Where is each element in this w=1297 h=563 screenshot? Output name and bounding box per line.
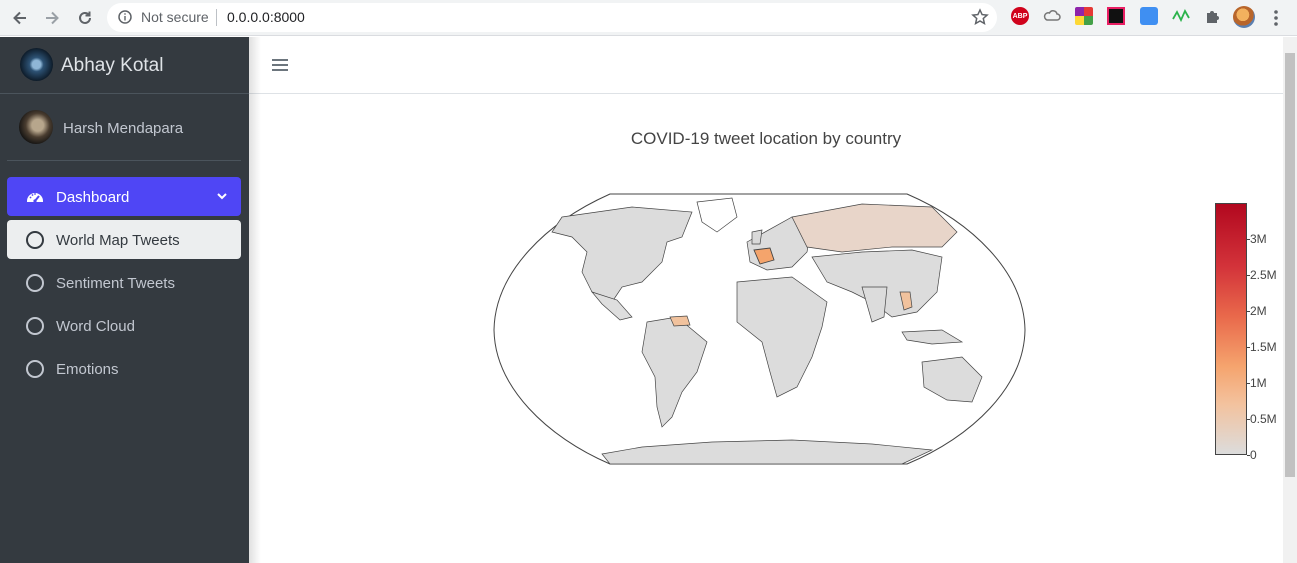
divider <box>216 9 217 26</box>
hamburger-menu-icon[interactable] <box>272 58 288 72</box>
sidebar: Abhay Kotal Harsh Mendapara Dashboard Wo… <box>0 37 249 563</box>
sidebar-item-emotions[interactable]: Emotions <box>7 349 241 388</box>
circle-icon <box>26 360 44 378</box>
back-button[interactable] <box>8 6 32 30</box>
sidebar-item-dashboard[interactable]: Dashboard <box>7 177 241 216</box>
user-avatar <box>19 110 53 144</box>
colorbar-tick-label: 3M <box>1250 232 1267 246</box>
forward-arrow-icon <box>46 11 59 25</box>
back-arrow-icon <box>13 11 26 25</box>
sidebar-item-word-cloud[interactable]: Word Cloud <box>7 306 241 345</box>
user-panel[interactable]: Harsh Mendapara <box>7 94 241 161</box>
sidebar-menu: Dashboard World Map Tweets Sentiment Twe… <box>7 177 241 392</box>
colorbar-tick-label: 2M <box>1250 304 1267 318</box>
sidebar-item-label: Dashboard <box>56 189 130 206</box>
info-icon[interactable] <box>118 10 132 24</box>
sidebar-item-world-map-tweets[interactable]: World Map Tweets <box>7 220 241 259</box>
cloud-extension-icon[interactable] <box>1043 7 1061 25</box>
circle-icon <box>26 274 44 292</box>
scrollbar-thumb[interactable] <box>1285 53 1295 477</box>
colorbar <box>1215 203 1247 455</box>
circle-icon <box>26 231 44 249</box>
brand-text: Abhay Kotal <box>61 55 164 76</box>
scrollbar[interactable] <box>1283 37 1297 563</box>
profile-avatar[interactable] <box>1233 6 1255 28</box>
address-bar[interactable]: Not secure 0.0.0.0:8000 <box>107 3 997 32</box>
bookmark-star-icon[interactable] <box>971 8 989 26</box>
puzzle-extensions-icon[interactable] <box>1204 7 1222 25</box>
dark-extension-icon[interactable] <box>1107 7 1125 25</box>
sidebar-item-sentiment-tweets[interactable]: Sentiment Tweets <box>7 263 241 302</box>
reload-icon <box>79 11 91 24</box>
sidebar-item-label: Sentiment Tweets <box>56 275 175 292</box>
chevron-down-icon <box>217 193 227 200</box>
tachometer-icon <box>27 193 43 203</box>
url-text[interactable]: 0.0.0.0:8000 <box>227 9 305 25</box>
colorbar-tick-label: 1.5M <box>1250 340 1277 354</box>
colorful-extension-icon[interactable] <box>1075 7 1093 25</box>
browser-toolbar: Not secure 0.0.0.0:8000 ABP <box>0 0 1297 36</box>
sidebar-shadow <box>249 37 261 563</box>
security-label: Not secure <box>141 9 209 25</box>
main-content: COVID-19 tweet location by country 0 0.5M… <box>249 37 1297 563</box>
menu-dots-icon[interactable] <box>1266 8 1286 28</box>
country-uk <box>751 229 763 245</box>
brand-logo <box>20 48 53 81</box>
blue-extension-icon[interactable] <box>1140 7 1158 25</box>
forward-button[interactable] <box>40 6 64 30</box>
sidebar-item-label: Emotions <box>56 361 119 378</box>
user-name[interactable]: Harsh Mendapara <box>63 120 183 137</box>
sidebar-item-label: World Map Tweets <box>56 232 180 249</box>
colorbar-tick-label: 0.5M <box>1250 412 1277 426</box>
world-choropleth-map[interactable] <box>492 192 1027 467</box>
wave-extension-icon[interactable] <box>1172 7 1190 25</box>
circle-icon <box>26 317 44 335</box>
top-navbar <box>249 37 1283 94</box>
colorbar-tick-label: 2.5M <box>1250 268 1277 282</box>
colorbar-tick-label: 1M <box>1250 376 1267 390</box>
colorbar-tick-label: 0 <box>1250 448 1257 462</box>
reload-button[interactable] <box>73 6 97 30</box>
country-venezuela <box>669 315 691 327</box>
chart-title: COVID-19 tweet location by country <box>630 129 902 148</box>
brand-link[interactable]: Abhay Kotal <box>0 37 249 94</box>
adblock-extension-icon[interactable]: ABP <box>1011 7 1029 25</box>
sidebar-item-label: Word Cloud <box>56 318 135 335</box>
